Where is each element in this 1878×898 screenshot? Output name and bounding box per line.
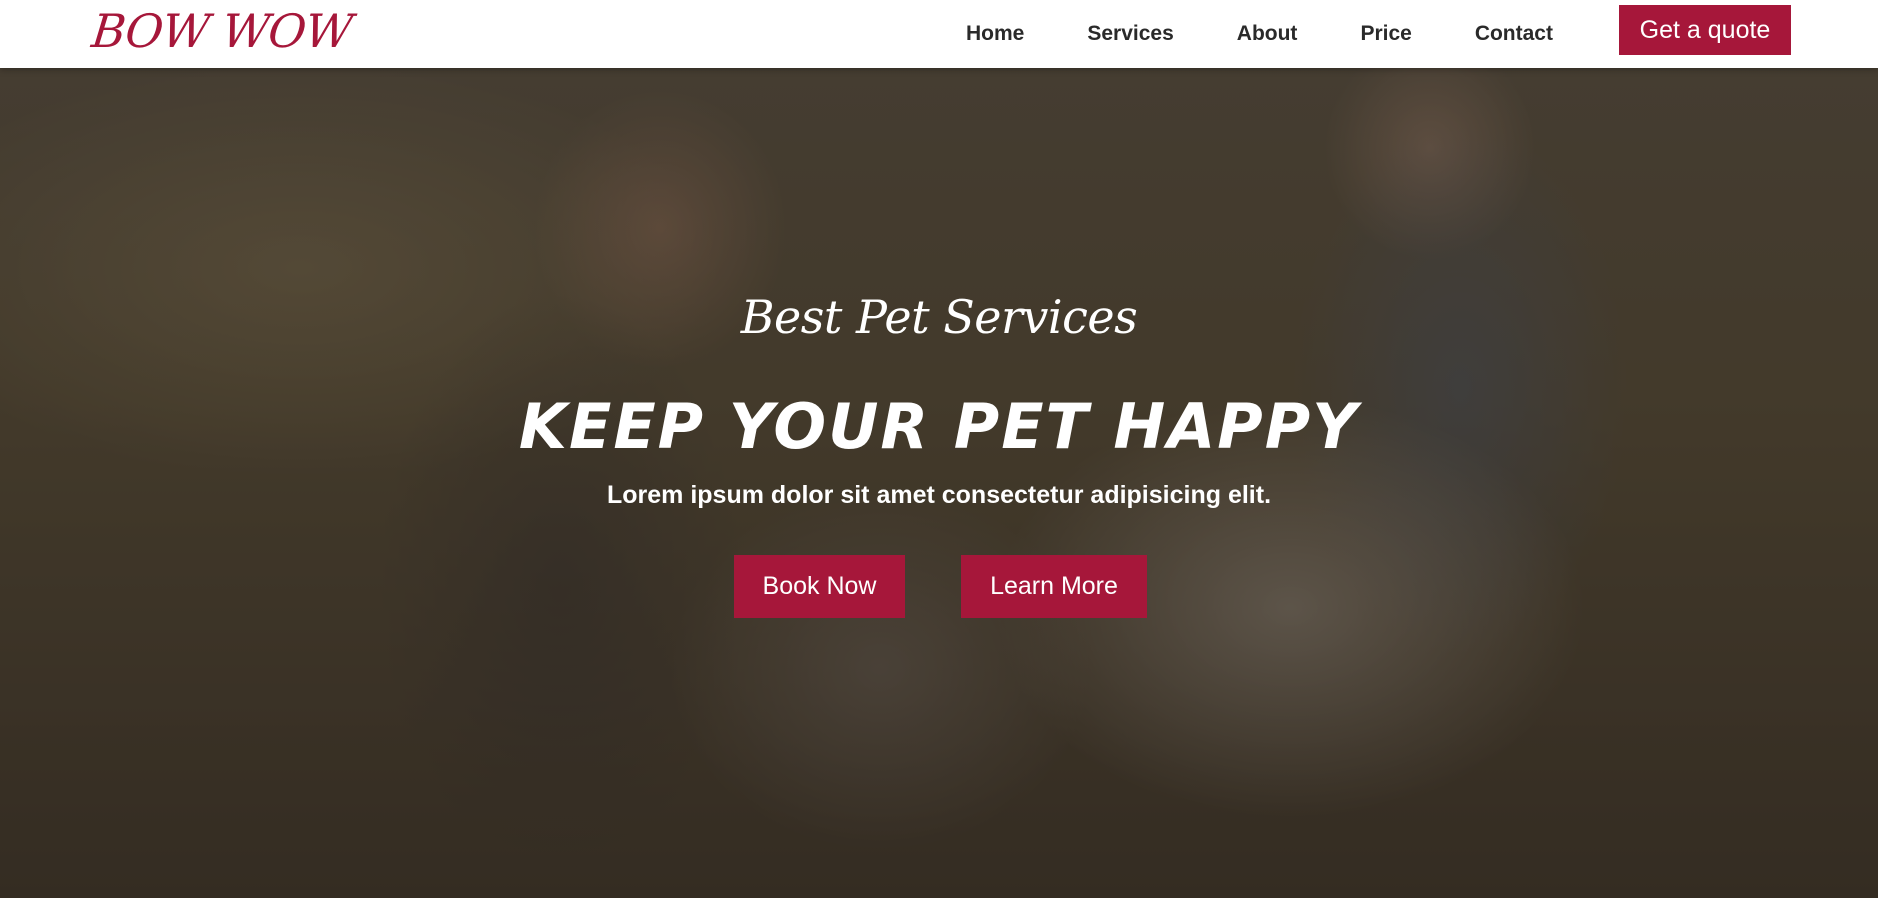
learn-more-button[interactable]: Learn More (961, 555, 1147, 618)
hero-section: Best Pet Services KEEP YOUR PET HAPPY Lo… (0, 68, 1878, 898)
top-navbar: BOW WOW Home Services About Price Contac… (0, 0, 1878, 68)
hero-button-group: Book Now Learn More (734, 555, 1147, 618)
hero-content: Best Pet Services KEEP YOUR PET HAPPY Lo… (0, 68, 1878, 898)
nav-link-contact[interactable]: Contact (1475, 22, 1553, 46)
hero-kicker: Best Pet Services (740, 290, 1138, 344)
book-now-button[interactable]: Book Now (734, 555, 905, 618)
nav-link-about[interactable]: About (1237, 22, 1298, 46)
get-quote-button[interactable]: Get a quote (1619, 5, 1791, 55)
main-nav: Home Services About Price Contact (940, 0, 1616, 68)
nav-link-services[interactable]: Services (1087, 22, 1173, 46)
nav-link-home[interactable]: Home (966, 22, 1024, 46)
hero-title: KEEP YOUR PET HAPPY (518, 390, 1360, 463)
brand-logo[interactable]: BOW WOW (89, 4, 354, 58)
nav-link-price[interactable]: Price (1360, 22, 1411, 46)
hero-subtitle: Lorem ipsum dolor sit amet consectetur a… (606, 481, 1272, 509)
